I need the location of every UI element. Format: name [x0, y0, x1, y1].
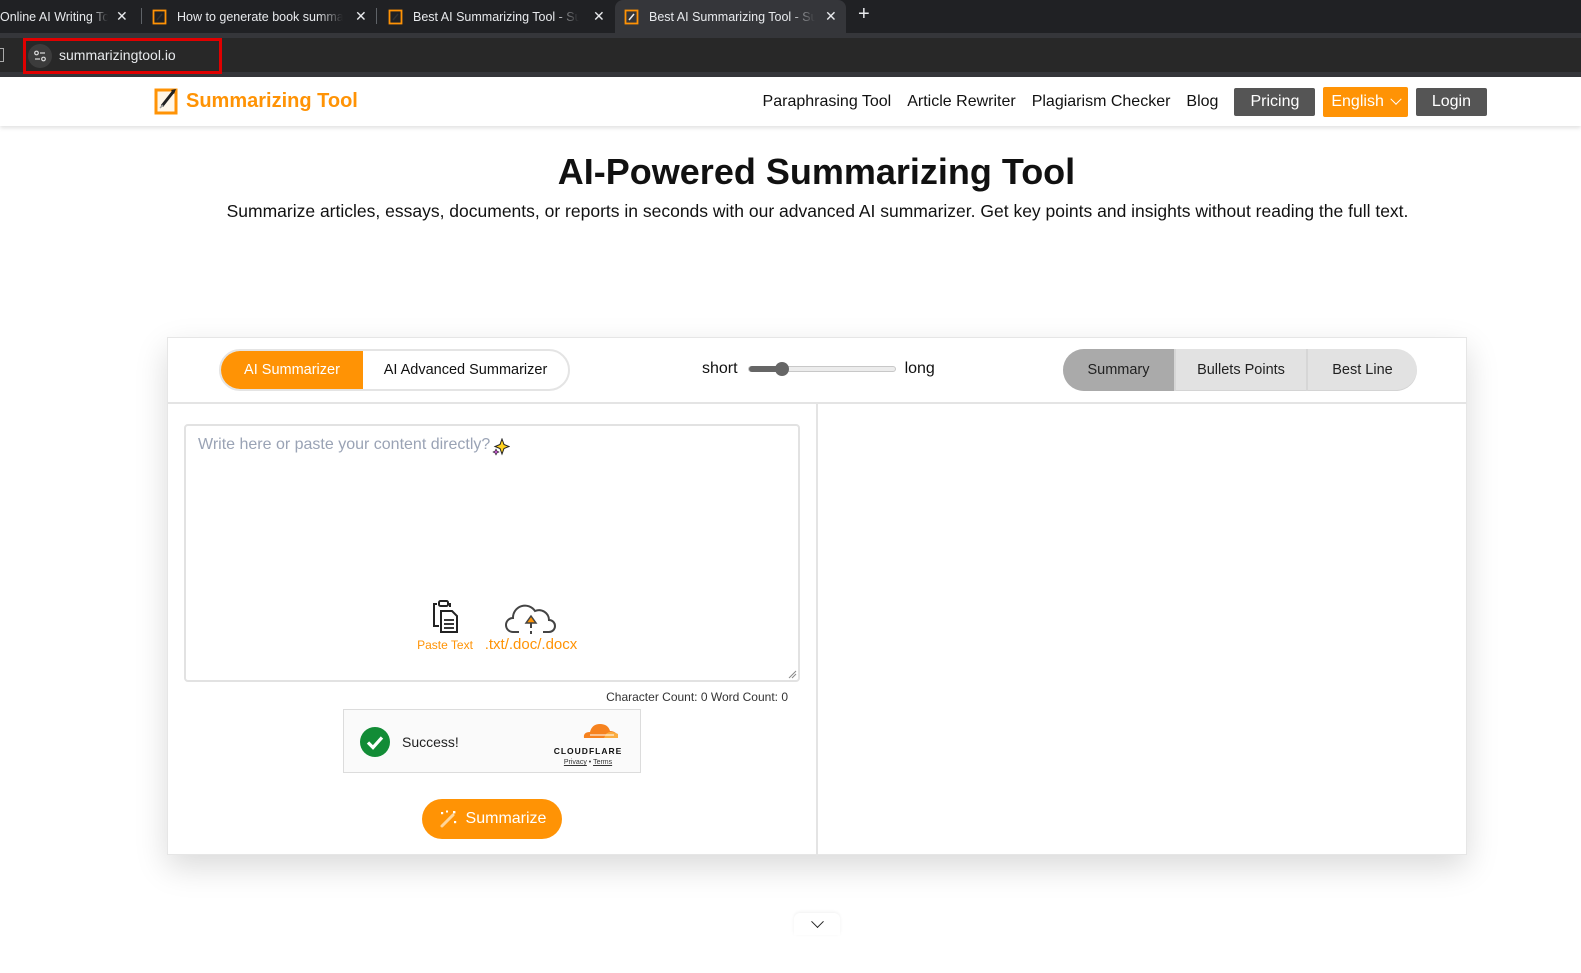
- paste-text-label: Paste Text: [417, 638, 473, 652]
- close-tab-icon[interactable]: ✕: [825, 8, 837, 25]
- cloudflare-name: CLOUDFLARE: [553, 746, 623, 756]
- logo-icon: [154, 88, 178, 115]
- output-mode-tabs: Summary Bullets Points Best Line: [1063, 349, 1417, 391]
- site-favicon-icon: [624, 9, 640, 25]
- tab-title: How to generate book summaries: [177, 9, 343, 24]
- upload-file-button[interactable]: .txt/.doc/.docx: [481, 602, 581, 653]
- mode-ai-advanced-summarizer[interactable]: AI Advanced Summarizer: [363, 351, 568, 389]
- browser-tab-bar: Online AI Writing Tools ✕ How to generat…: [0, 0, 1581, 33]
- length-control: short long: [702, 360, 935, 378]
- browser-tab[interactable]: How to generate book summaries ✕: [152, 0, 367, 33]
- logo-text: Summarizing Tool: [186, 89, 358, 112]
- paste-text-button[interactable]: Paste Text: [415, 598, 475, 652]
- browser-tab[interactable]: Best AI Summarizing Tool - Summarize ✕: [388, 0, 605, 33]
- cloudflare-links: Privacy • Terms: [550, 759, 626, 766]
- tab-best-line[interactable]: Best Line: [1306, 349, 1417, 391]
- input-editor: Paste Text .txt/.doc/.docx: [184, 424, 800, 682]
- clipboard-icon: [433, 600, 458, 633]
- tab-bullets-points[interactable]: Bullets Points: [1174, 349, 1306, 391]
- mode-toggle: AI Summarizer AI Advanced Summarizer: [219, 349, 570, 391]
- chevron-down-icon: [810, 914, 824, 928]
- tab-title: Best AI Summarizing Tool - Summarize: [413, 9, 579, 24]
- cloudflare-logo-icon: [583, 724, 618, 738]
- login-button[interactable]: Login: [1415, 87, 1487, 116]
- nav-blog[interactable]: Blog: [1186, 93, 1218, 111]
- url-highlight-box: [23, 38, 222, 74]
- tab-summary[interactable]: Summary: [1063, 349, 1174, 391]
- summarize-button[interactable]: Summarize: [422, 799, 562, 839]
- length-min-label: short: [702, 360, 738, 377]
- sparkles-icon: [492, 438, 510, 456]
- site-logo[interactable]: Summarizing Tool: [154, 86, 358, 116]
- nav-article-rewriter[interactable]: Article Rewriter: [907, 93, 1015, 111]
- terms-link[interactable]: Terms: [593, 759, 612, 766]
- captcha-status: Success!: [402, 734, 459, 750]
- length-max-label: long: [904, 360, 935, 377]
- cloudflare-branding: CLOUDFLARE Privacy • Terms: [550, 720, 626, 766]
- tab-separator: [141, 8, 142, 24]
- panel-divider: [816, 404, 818, 856]
- tab-title: Best AI Summarizing Tool - Summarize: [649, 9, 815, 24]
- length-slider-thumb[interactable]: [775, 362, 790, 376]
- link-separator: •: [588, 759, 592, 766]
- page-subtitle: Summarize articles, essays, documents, o…: [226, 201, 1409, 221]
- cloudflare-captcha-widget[interactable]: Success! CLOUDFLARE Privacy • Terms: [343, 709, 641, 773]
- magic-wand-icon: [440, 810, 456, 828]
- close-tab-icon[interactable]: ✕: [116, 8, 128, 25]
- resize-handle-icon[interactable]: [787, 669, 797, 679]
- omnibox[interactable]: [0, 38, 1581, 72]
- close-tab-icon[interactable]: ✕: [593, 8, 605, 25]
- page-title: AI-Powered Summarizing Tool: [557, 151, 1076, 192]
- close-tab-icon[interactable]: ✕: [355, 8, 367, 25]
- success-check-icon: [360, 727, 390, 757]
- site-header: Summarizing Tool Paraphrasing Tool Artic…: [0, 77, 1581, 126]
- language-select[interactable]: English: [1323, 86, 1408, 117]
- site-favicon-icon: [152, 9, 168, 25]
- scroll-down-button[interactable]: [794, 913, 840, 935]
- length-slider[interactable]: [747, 362, 896, 376]
- tab-separator: [376, 8, 377, 24]
- browser-tab-active[interactable]: Best AI Summarizing Tool - Summarize ✕: [615, 0, 846, 33]
- nav-paraphrasing-tool[interactable]: Paraphrasing Tool: [763, 93, 892, 111]
- summarize-label: Summarize: [465, 810, 547, 827]
- privacy-link[interactable]: Privacy: [564, 759, 587, 766]
- mode-ai-summarizer[interactable]: AI Summarizer: [221, 351, 363, 389]
- address-bar-container: [0, 33, 1581, 77]
- character-word-count: Character Count: 0 Word Count: 0: [606, 690, 788, 704]
- tool-toolbar: AI Summarizer AI Advanced Summarizer sho…: [168, 338, 1466, 404]
- chevron-down-icon: [1390, 93, 1402, 105]
- language-label: English: [1331, 92, 1384, 110]
- upload-file-label: .txt/.doc/.docx: [484, 636, 578, 653]
- home-icon[interactable]: [0, 48, 4, 62]
- tab-title: Online AI Writing Tools: [0, 9, 108, 24]
- pricing-button[interactable]: Pricing: [1234, 87, 1316, 116]
- new-tab-button[interactable]: +: [858, 3, 870, 26]
- site-favicon-icon: [388, 9, 404, 25]
- summarizer-card: AI Summarizer AI Advanced Summarizer sho…: [167, 337, 1467, 856]
- nav-plagiarism-checker[interactable]: Plagiarism Checker: [1032, 93, 1171, 111]
- browser-tab[interactable]: Online AI Writing Tools ✕: [0, 0, 128, 33]
- main-nav: Paraphrasing Tool Article Rewriter Plagi…: [747, 77, 1487, 126]
- cloud-upload-icon: [505, 604, 556, 634]
